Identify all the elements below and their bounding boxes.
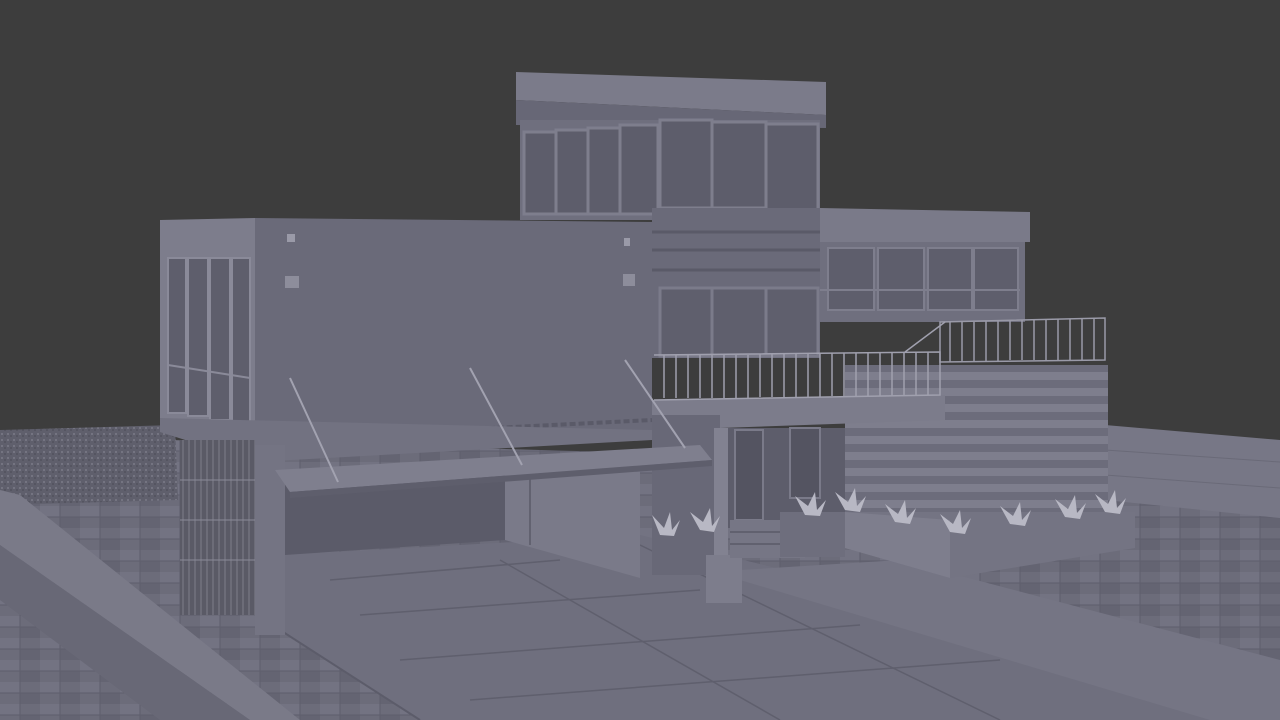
3d-viewport[interactable]	[0, 0, 1280, 720]
house-render	[0, 72, 1280, 720]
garage-grille	[180, 440, 255, 615]
main-block	[160, 218, 653, 462]
right-upper-block	[820, 208, 1030, 322]
left-hedge	[0, 425, 178, 505]
upper-railing	[939, 317, 1106, 363]
